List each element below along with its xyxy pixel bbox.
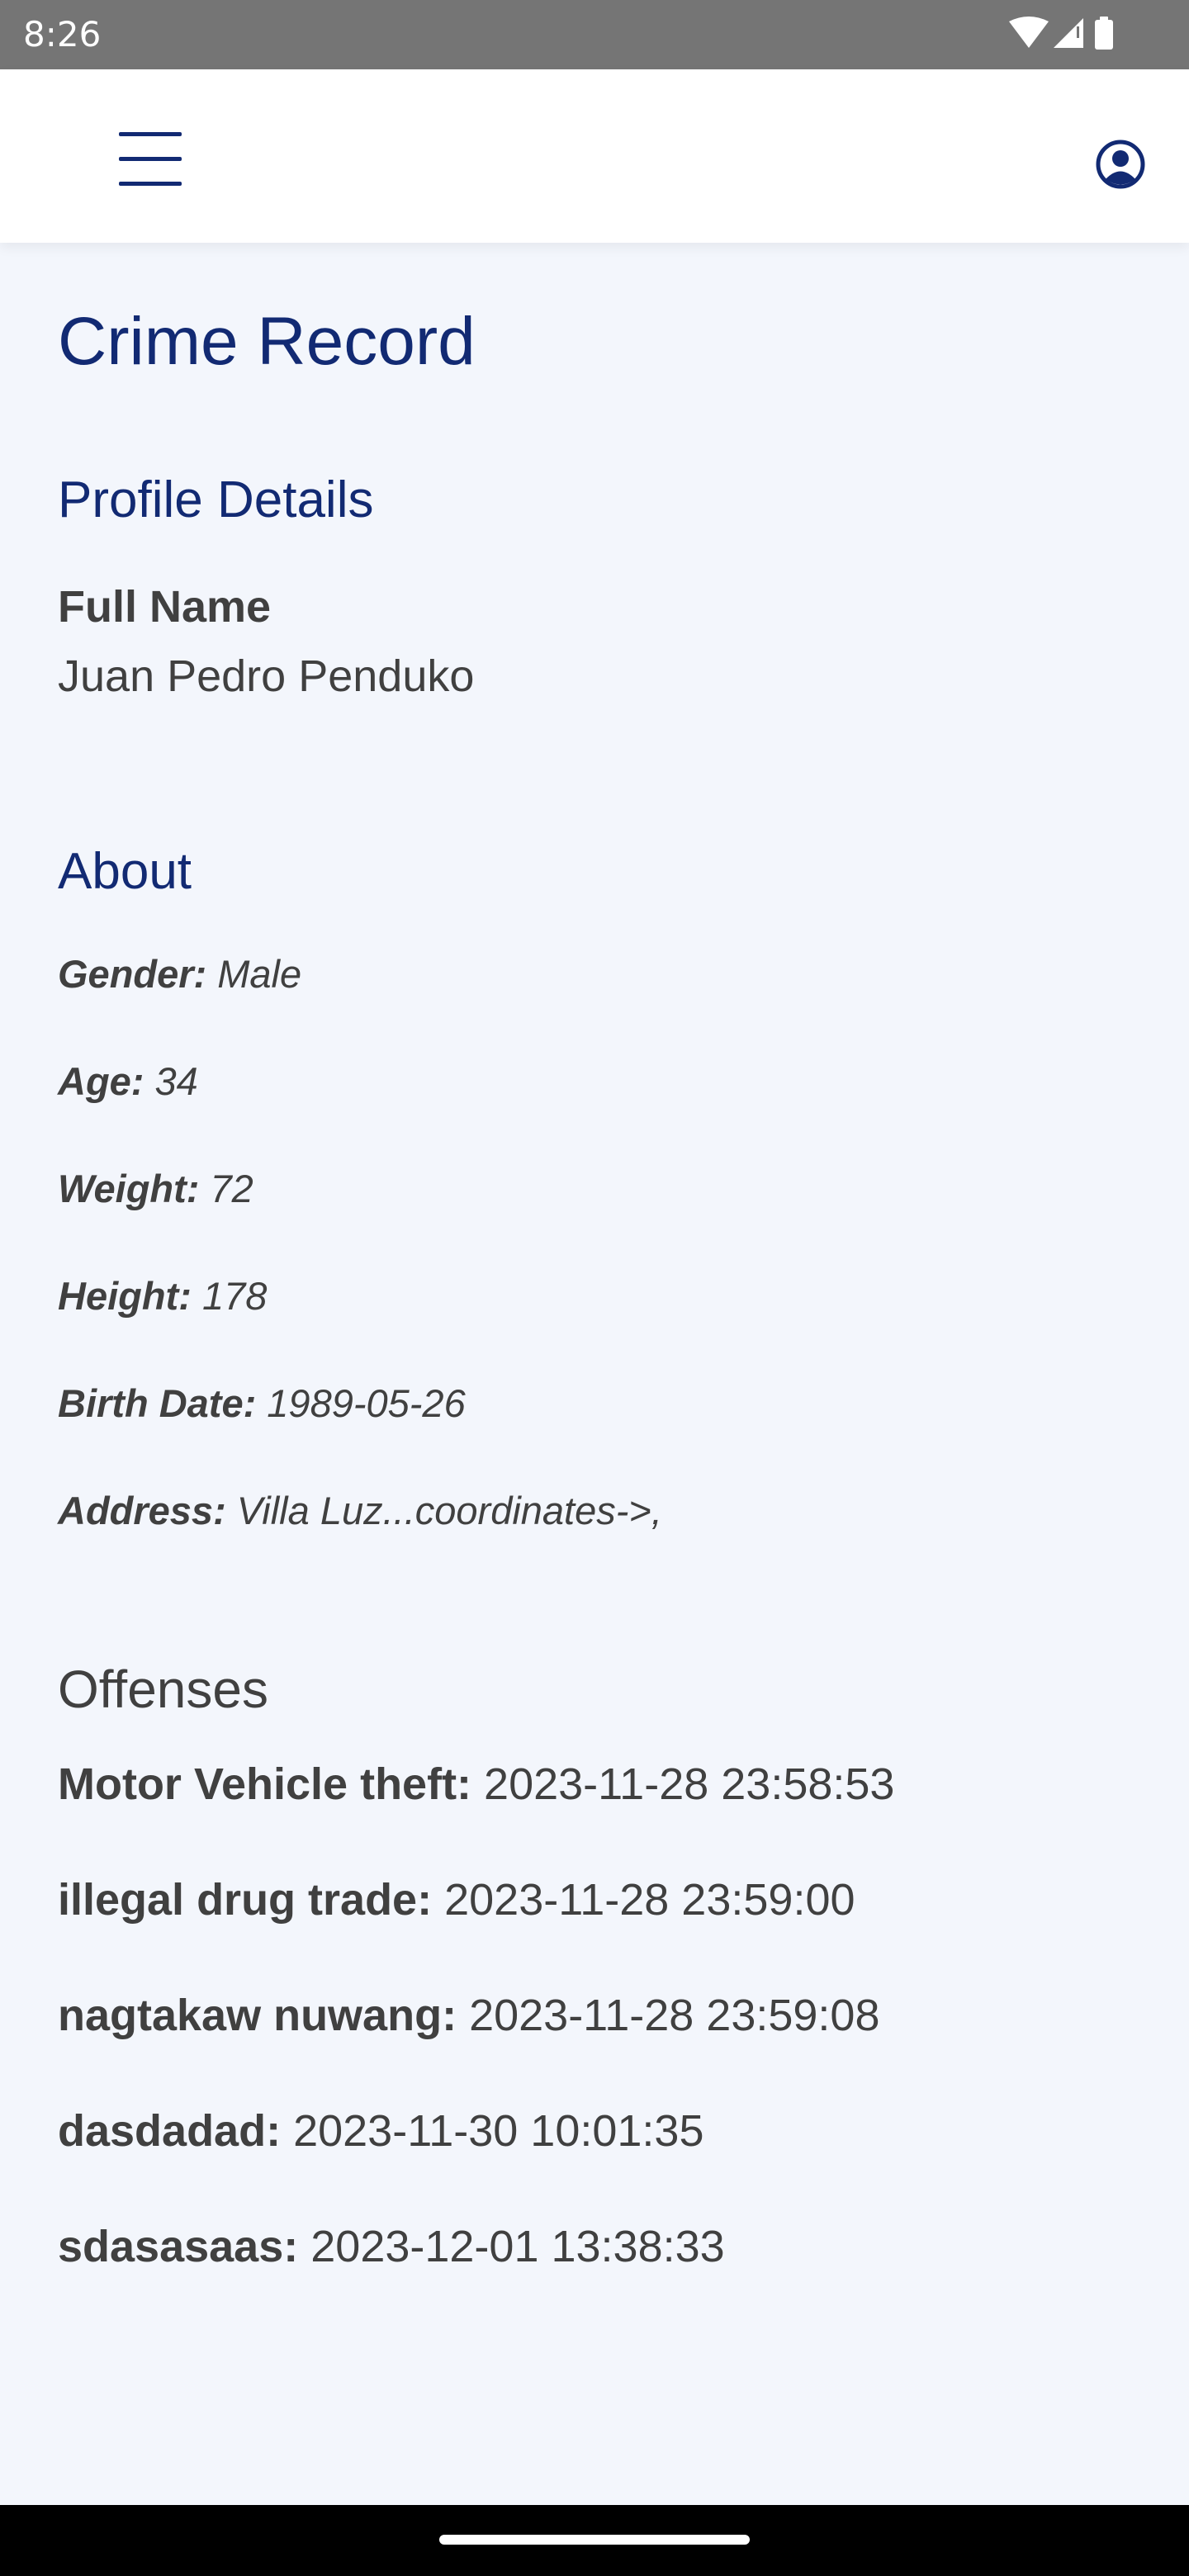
about-birth-date: Birth Date: 1989-05-26 — [58, 1379, 466, 1428]
hamburger-menu-icon — [119, 132, 182, 186]
offense-name: nagtakaw nuwang: — [58, 1991, 457, 2040]
about-weight: Weight: 72 — [58, 1164, 253, 1214]
about-age-value: 34 — [154, 1059, 198, 1103]
about-gender: Gender: Male — [58, 949, 301, 999]
status-time: 8:26 — [23, 14, 102, 54]
wifi-icon — [1009, 17, 1049, 48]
about-height: Height: 178 — [58, 1271, 267, 1321]
full-name-label: Full Name — [58, 582, 272, 632]
offense-name: dasdadad: — [58, 2106, 282, 2156]
about-gender-label: Gender: — [58, 952, 207, 996]
offense-name: sdasasaas: — [58, 2222, 299, 2271]
about-address: Address: Villa Luz...coordinates->, — [58, 1486, 662, 1536]
about-age: Age: 34 — [58, 1057, 198, 1106]
profile-details-heading: Profile Details — [58, 471, 374, 528]
page-title: Crime Record — [58, 304, 476, 379]
offense-datetime: 2023-11-28 23:58:53 — [484, 1759, 895, 1809]
offenses-heading: Offenses — [58, 1660, 268, 1719]
offense-name: Motor Vehicle theft: — [58, 1759, 472, 1809]
app-bar — [0, 69, 1189, 243]
status-icons-svg — [1009, 17, 1113, 50]
signal-icon — [1054, 18, 1083, 48]
offense-item: Motor Vehicle theft: 2023-11-28 23:58:53 — [58, 1755, 894, 1813]
offense-item: sdasasaas: 2023-12-01 13:38:33 — [58, 2218, 725, 2275]
offense-datetime: 2023-11-30 10:01:35 — [293, 2106, 704, 2156]
home-gesture-handle[interactable] — [439, 2535, 750, 2545]
battery-icon — [1095, 17, 1113, 50]
about-gender-value: Male — [217, 952, 302, 996]
about-birth-date-value: 1989-05-26 — [267, 1381, 466, 1425]
status-icons — [1007, 15, 1115, 54]
offense-datetime: 2023-12-01 13:38:33 — [310, 2222, 725, 2271]
menu-button[interactable] — [99, 119, 201, 201]
about-address-value: Villa Luz...coordinates->, — [236, 1489, 662, 1532]
offense-name: illegal drug trade: — [58, 1875, 433, 1925]
about-height-label: Height: — [58, 1274, 192, 1318]
account-circle-icon — [1096, 140, 1145, 189]
about-height-value: 178 — [201, 1274, 268, 1318]
offense-datetime: 2023-11-28 23:59:08 — [469, 1991, 880, 2040]
offense-datetime: 2023-11-28 23:59:00 — [444, 1875, 855, 1925]
about-weight-value: 72 — [210, 1167, 253, 1210]
offense-item: dasdadad: 2023-11-30 10:01:35 — [58, 2102, 704, 2160]
about-birth-date-label: Birth Date: — [58, 1381, 257, 1425]
offense-item: illegal drug trade: 2023-11-28 23:59:00 — [58, 1871, 855, 1929]
about-age-label: Age: — [58, 1059, 144, 1103]
system-navigation-bar — [0, 2505, 1189, 2576]
account-button[interactable] — [1082, 125, 1161, 205]
status-bar: 8:26 — [0, 0, 1189, 69]
about-heading: About — [58, 843, 192, 900]
offense-item: nagtakaw nuwang: 2023-11-28 23:59:08 — [58, 1986, 879, 2044]
full-name-value: Juan Pedro Penduko — [58, 651, 475, 701]
about-weight-label: Weight: — [58, 1167, 200, 1210]
about-address-label: Address: — [58, 1489, 226, 1532]
